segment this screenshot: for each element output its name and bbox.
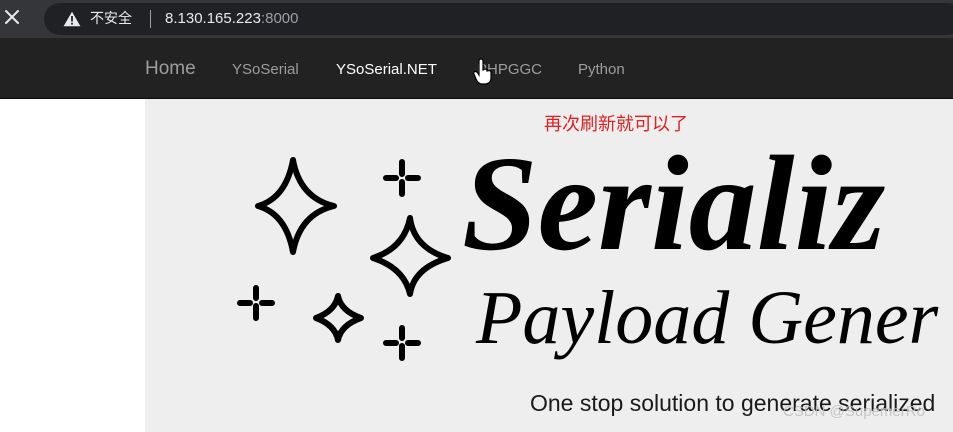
hero-subtitle: Payload Gener [476, 276, 939, 360]
nav-link-ysoserial-net[interactable]: YSoSerial.NET [336, 61, 437, 79]
url-host: 8.130.165.223 [165, 10, 261, 27]
sparkles-icon [237, 157, 451, 361]
hero-title: Serializ [462, 129, 886, 279]
security-status-label[interactable]: 不安全 [90, 11, 132, 27]
browser-toolbar: 不安全 8.130.165.223:8000 [0, 0, 953, 38]
hand-pointer-icon [473, 58, 492, 85]
url-port: :8000 [260, 10, 299, 27]
url-text[interactable]: 8.130.165.223:8000 [165, 10, 298, 28]
nav-link-python[interactable]: Python [578, 61, 625, 79]
nav-link-ysoserial[interactable]: YSoSerial [232, 61, 299, 79]
warning-icon[interactable] [63, 11, 81, 27]
nav-brand-home[interactable]: Home [145, 58, 196, 80]
close-icon[interactable] [2, 7, 24, 29]
omnibox-divider [150, 10, 151, 28]
watermark-text: CSDN @SupemerRo [783, 403, 925, 420]
address-bar[interactable]: 不安全 8.130.165.223:8000 [44, 3, 953, 35]
